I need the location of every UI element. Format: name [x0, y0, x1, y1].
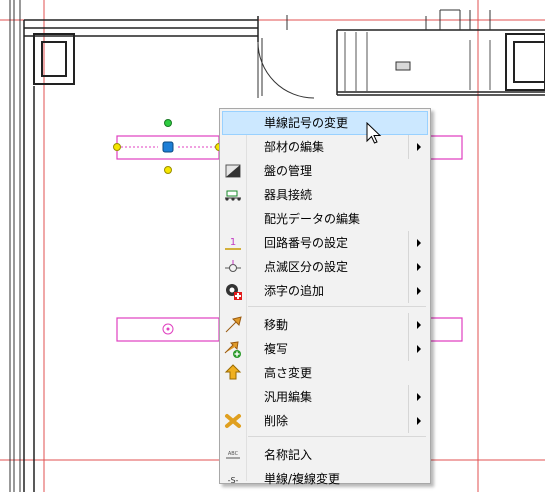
top-wall — [24, 16, 545, 96]
submenu-arrow-icon — [408, 255, 429, 279]
menu-item-label: 器具接続 — [264, 188, 313, 202]
menu-item-label: 部材の編集 — [264, 140, 325, 154]
light-fixture-right[interactable] — [431, 135, 463, 342]
center-handle[interactable] — [162, 141, 174, 153]
menu-item-label: 名称記入 — [264, 448, 313, 462]
menu-item-label: 回路番号の設定 — [264, 236, 349, 250]
submenu-arrow-icon — [408, 231, 429, 255]
column-left — [33, 33, 75, 85]
rotate-handle[interactable] — [164, 119, 172, 127]
menu-item-light-distribution[interactable]: 配光データの編集 — [222, 207, 428, 231]
menu-item-label: 添字の追加 — [264, 284, 325, 298]
wall-hatch — [344, 32, 491, 92]
menu-item-move[interactable]: 移動 — [222, 313, 428, 337]
menu-item-label: 点滅区分の設定 — [264, 260, 349, 274]
menu-item-label: 汎用編集 — [264, 390, 313, 404]
menu-separator — [248, 436, 426, 437]
menu-item-copy[interactable]: 複写 — [222, 337, 428, 361]
delete-icon — [225, 414, 241, 428]
menu-item-delete[interactable]: 削除 — [222, 409, 428, 433]
resize-handle-left[interactable] — [113, 143, 121, 151]
menu-item-label: 複写 — [264, 342, 289, 356]
menu-item-label: 配光データの編集 — [264, 212, 361, 226]
menu-item-name-entry[interactable]: ABC 名称記入 — [222, 443, 428, 467]
menu-item-label: 削除 — [264, 414, 289, 428]
context-menu: 単線記号の変更 部材の編集 盤の管理 器具接続 配光データの編集 1 回路番号の… — [219, 108, 431, 486]
switch-group-icon — [225, 260, 241, 272]
submenu-arrow-icon — [408, 135, 429, 159]
menu-item-label: 盤の管理 — [264, 164, 313, 178]
submenu-arrow-icon — [408, 385, 429, 409]
svg-text:-S-: -S- — [228, 476, 239, 485]
menu-item-general-edit[interactable]: 汎用編集 — [222, 385, 428, 409]
copy-icon — [224, 341, 241, 358]
move-icon — [225, 316, 242, 333]
door-swing — [257, 38, 315, 99]
submenu-arrow-icon — [408, 313, 429, 337]
light-fixture[interactable] — [116, 317, 220, 342]
circuit-number-icon: 1 — [225, 237, 241, 250]
menu-item-change-height[interactable]: 高さ変更 — [222, 361, 428, 385]
menu-item-label: 単線/複線変更 — [264, 472, 341, 486]
menu-item-switch-group[interactable]: 点滅区分の設定 — [222, 255, 428, 279]
menu-item-panel-management[interactable]: 盤の管理 — [222, 159, 428, 183]
menu-item-fixture-connect[interactable]: 器具接続 — [222, 183, 428, 207]
menu-item-label: 移動 — [264, 318, 289, 332]
menu-item-circuit-number[interactable]: 1 回路番号の設定 — [222, 231, 428, 255]
name-entry-icon: ABC — [226, 451, 240, 459]
submenu-arrow-icon — [408, 279, 429, 303]
submenu-arrow-icon — [408, 337, 429, 361]
menu-item-add-subscript[interactable]: 添字の追加 — [222, 279, 428, 303]
fixture-connect-icon — [225, 190, 241, 201]
menu-item-change-symbol[interactable]: 単線記号の変更 — [222, 111, 428, 135]
resize-handle-bottom[interactable] — [164, 166, 172, 174]
left-boundary-lines — [9, 0, 21, 492]
single-double-line-icon: -S- — [228, 476, 239, 485]
panel-icon — [225, 164, 241, 178]
menu-item-label: 単線記号の変更 — [264, 116, 349, 130]
height-icon — [224, 364, 242, 380]
svg-text:1: 1 — [230, 237, 236, 248]
mouse-cursor-icon — [366, 122, 382, 144]
menu-item-edit-member[interactable]: 部材の編集 — [222, 135, 428, 159]
menu-separator — [248, 306, 426, 307]
wall-details-top — [286, 9, 491, 71]
svg-text:ABC: ABC — [228, 451, 239, 457]
submenu-arrow-icon — [408, 409, 429, 433]
menu-item-label: 高さ変更 — [264, 366, 313, 380]
menu-item-single-double-line[interactable]: -S- 単線/複線変更 — [222, 467, 428, 491]
subscript-icon — [226, 284, 242, 300]
column-right — [505, 33, 545, 91]
